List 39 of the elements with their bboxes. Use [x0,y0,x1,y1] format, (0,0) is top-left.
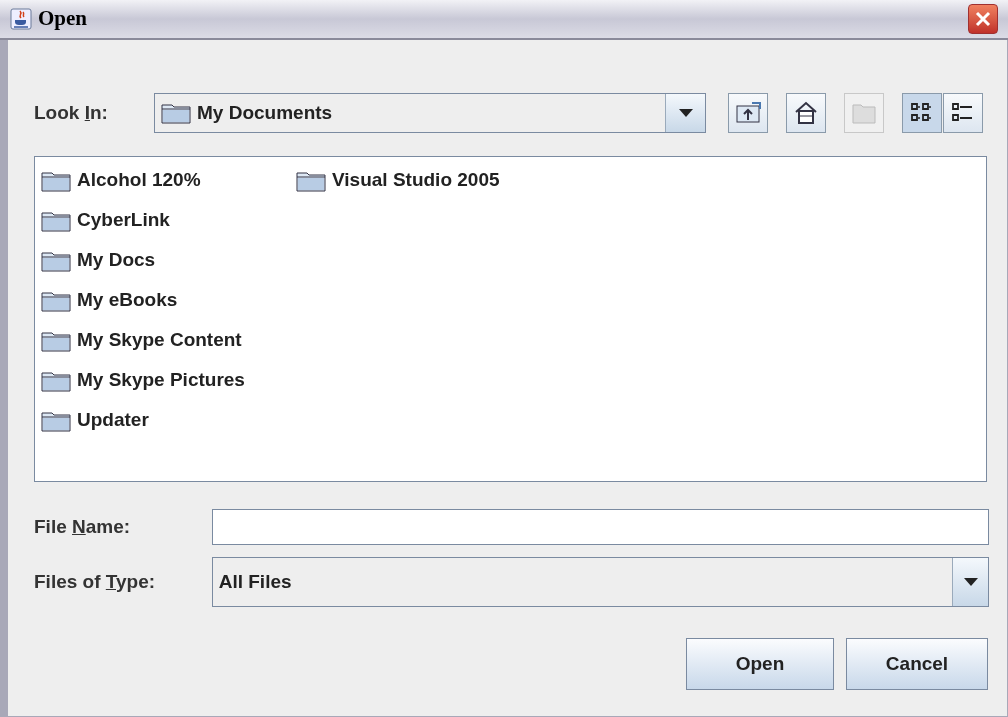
folder-item[interactable]: My Docs [41,243,296,278]
files-of-type-dropdown[interactable]: All Files [211,557,989,607]
look-in-label: Look In: [34,100,109,125]
dropdown-value: My Documents [197,100,333,125]
view-toggle-button[interactable] [943,93,983,133]
look-in-dropdown[interactable]: My Documents [154,93,706,133]
close-icon [974,10,992,28]
open-button[interactable]: Open [686,638,834,690]
cancel-button[interactable]: Cancel [846,638,988,690]
folder-icon [41,209,71,232]
folder-item[interactable]: My Skype Content [41,323,296,358]
files-of-type-label: Files of Type: [34,569,157,594]
view-toggle-button[interactable] [902,93,942,133]
dropdown-arrow-button[interactable] [665,94,705,132]
caret-icon [963,578,978,586]
folder-item[interactable]: My Skype Pictures [41,363,296,398]
file-name-field[interactable] [211,509,989,545]
dropdown-value: All Files [217,569,293,594]
close-button[interactable] [968,4,998,34]
folder-icon [41,369,71,392]
folder-icon [41,409,71,432]
folder-item[interactable]: CyberLink [41,203,296,238]
folder-icon [161,102,191,124]
folder-icon [41,329,71,352]
caret-icon [678,109,693,117]
coffee-cup-icon [10,8,32,30]
folder-item[interactable]: Visual Studio 2005 [296,163,551,198]
folder-item[interactable]: Alcohol 120% [41,163,296,198]
window-title: Open [38,5,87,33]
folder-icon [41,169,71,192]
folder-item[interactable]: My eBooks [41,283,296,318]
dropdown-arrow-button[interactable] [952,558,988,606]
toolbar-button[interactable] [786,93,826,133]
folder-icon [296,169,326,192]
file-name-label: File Name: [34,514,132,539]
folder-icon [41,289,71,312]
toolbar-button[interactable] [728,93,768,133]
folder-icon [41,249,71,272]
folder-item[interactable]: Updater [41,403,296,438]
